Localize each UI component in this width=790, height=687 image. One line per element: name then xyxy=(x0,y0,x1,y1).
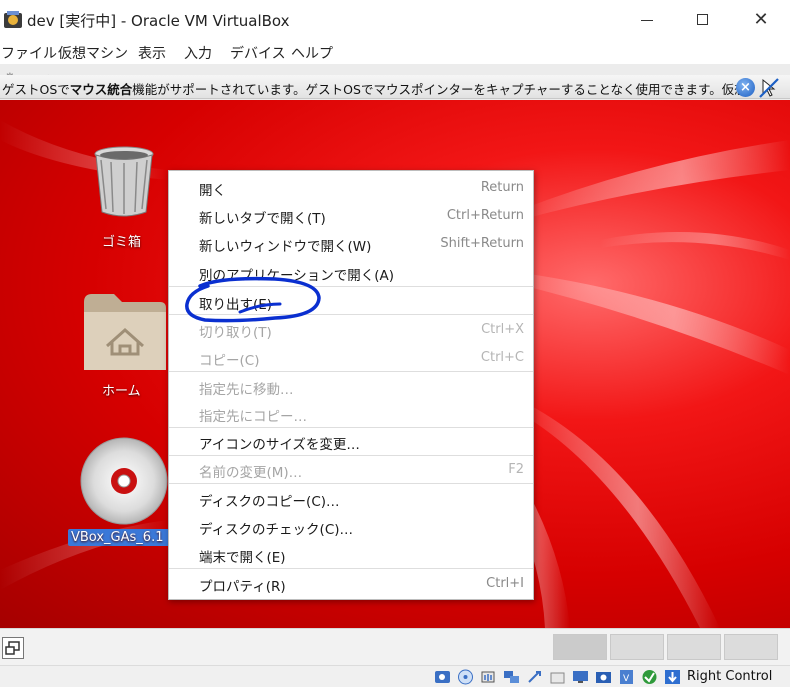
optical-drive-icon[interactable] xyxy=(457,669,474,685)
close-button[interactable]: ✕ xyxy=(749,8,773,32)
menu-machine[interactable]: 仮想マシン xyxy=(58,43,128,63)
menu-item-label: コピー(C) xyxy=(199,353,260,369)
workspace-2[interactable] xyxy=(610,634,664,660)
menu-item-rename[interactable]: 名前の変更(M)… F2 xyxy=(169,455,533,483)
menu-item-open-new-window[interactable]: 新しいウィンドウで開く(W) Shift+Return xyxy=(169,229,533,257)
disc-label[interactable]: VBox_GAs_6.1 xyxy=(68,529,170,546)
menu-item-label: プロパティ(R) xyxy=(199,579,286,595)
menu-item-resize-icon[interactable]: アイコンのサイズを変更… xyxy=(169,427,533,455)
menu-view[interactable]: 表示 xyxy=(138,43,166,63)
trash-icon[interactable] xyxy=(93,146,155,218)
video-capture-icon[interactable] xyxy=(595,669,612,685)
menu-devices[interactable]: デバイス xyxy=(230,43,286,63)
display-icon[interactable] xyxy=(572,669,589,685)
menu-help[interactable]: ヘルプ xyxy=(291,43,333,63)
menu-item-copy-to[interactable]: 指定先にコピー… xyxy=(169,399,533,427)
trash-label: ゴミ箱 xyxy=(102,235,142,250)
minimize-icon xyxy=(641,20,653,21)
notice-close-icon[interactable]: × xyxy=(736,78,755,97)
maximize-icon xyxy=(697,14,708,25)
menu-item-label: ディスクのチェック(C)… xyxy=(199,522,354,538)
context-menu: 開く Return 新しいタブで開く(T) Ctrl+Return 新しいウィン… xyxy=(168,170,534,600)
menu-item-properties[interactable]: プロパティ(R) Ctrl+I xyxy=(169,569,533,597)
menu-item-label: 名前の変更(M)… xyxy=(199,465,303,481)
menu-item-copy-disc[interactable]: ディスクのコピー(C)… xyxy=(169,484,533,512)
menu-file[interactable]: ファイル xyxy=(1,43,57,63)
notice-text: ゲストOSでマウス統合機能がサポートされています。ゲストOSでマウスポインターを… xyxy=(2,82,747,97)
home-label: ホーム xyxy=(102,384,141,399)
home-folder-icon[interactable] xyxy=(82,290,168,372)
audio-icon[interactable] xyxy=(480,669,497,685)
hard-disk-icon[interactable] xyxy=(434,669,451,685)
menu-item-shortcut: F2 xyxy=(508,462,524,477)
menu-item-label: 新しいウィンドウで開く(W) xyxy=(199,239,372,255)
menu-input[interactable]: 入力 xyxy=(184,43,212,63)
host-key-label: Right Control xyxy=(687,669,773,684)
keyboard-capture-icon[interactable] xyxy=(664,669,681,685)
guest-bottom-panel xyxy=(0,628,790,665)
mouse-integration-notice: ゲストOSでマウス統合機能がサポートされています。ゲストOSでマウスポインターを… xyxy=(0,75,790,99)
svg-text:V: V xyxy=(623,674,630,684)
window-title: dev [実行中] - Oracle VM VirtualBox xyxy=(27,12,290,30)
mouse-integration-icon[interactable] xyxy=(758,77,780,99)
workspace-4[interactable] xyxy=(724,634,778,660)
menu-item-shortcut: Ctrl+I xyxy=(486,576,524,591)
shared-folders-icon[interactable] xyxy=(549,669,566,685)
maximize-button[interactable] xyxy=(691,8,715,32)
menu-item-open-new-tab[interactable]: 新しいタブで開く(T) Ctrl+Return xyxy=(169,201,533,229)
vt-x-icon[interactable]: V xyxy=(618,669,635,685)
show-desktop-button[interactable] xyxy=(2,637,24,659)
workspace-3[interactable] xyxy=(667,634,721,660)
menu-item-copy[interactable]: コピー(C) Ctrl+C xyxy=(169,343,533,371)
workspace-1[interactable] xyxy=(553,634,607,660)
virtualbox-window: dev [実行中] - Oracle VM VirtualBox ✕ ファイル … xyxy=(0,0,790,687)
menu-bar: ファイル 仮想マシン 表示 入力 デバイス ヘルプ xyxy=(0,40,790,64)
annotation-circle xyxy=(185,276,321,323)
network-icon[interactable] xyxy=(503,669,520,685)
menu-item-check-disc[interactable]: ディスクのチェック(C)… xyxy=(169,512,533,540)
menu-item-label: 新しいタブで開く(T) xyxy=(199,211,326,227)
disc-icon[interactable] xyxy=(79,436,169,526)
menu-item-shortcut: Shift+Return xyxy=(440,236,524,251)
menu-item-label: 指定先に移動… xyxy=(199,382,294,398)
usb-icon[interactable] xyxy=(526,669,543,685)
menu-item-label: 開く xyxy=(199,183,226,199)
guest-additions-icon[interactable] xyxy=(641,669,658,685)
minimize-button[interactable] xyxy=(636,8,660,32)
window-list-icon xyxy=(5,641,20,655)
menu-item-shortcut: Ctrl+X xyxy=(481,322,524,337)
menu-item-label: 指定先にコピー… xyxy=(199,409,307,425)
menu-item-shortcut: Ctrl+Return xyxy=(446,208,524,223)
vbox-status-bar: V Right Control xyxy=(0,665,790,687)
menu-item-shortcut: Return xyxy=(480,180,524,195)
title-bar: dev [実行中] - Oracle VM VirtualBox ✕ xyxy=(0,0,790,40)
menu-item-label: アイコンのサイズを変更… xyxy=(199,437,360,453)
menu-item-open-terminal[interactable]: 端末で開く(E) xyxy=(169,540,533,568)
menu-item-label: 端末で開く(E) xyxy=(199,550,286,566)
menu-item-shortcut: Ctrl+C xyxy=(480,350,524,365)
menu-item-move-to[interactable]: 指定先に移動… xyxy=(169,372,533,400)
menu-item-label: ディスクのコピー(C)… xyxy=(199,494,340,510)
virtualbox-app-icon xyxy=(4,11,22,28)
menu-item-open[interactable]: 開く Return xyxy=(169,173,533,201)
